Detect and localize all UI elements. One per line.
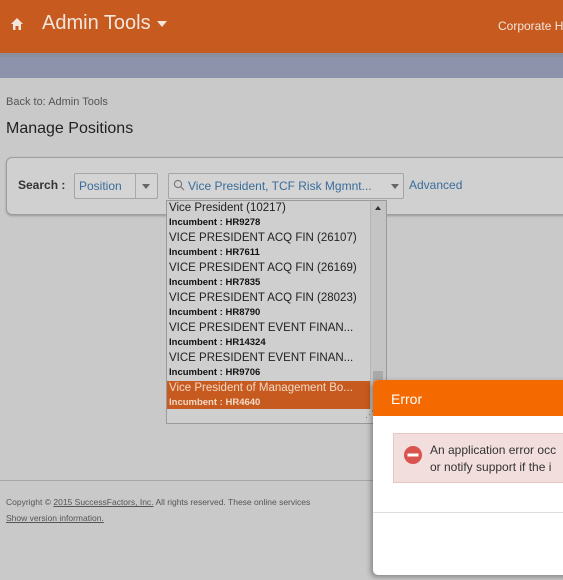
error-message-line-1: An application error occ (430, 443, 557, 457)
show-version-link[interactable]: Show version information. (6, 513, 104, 523)
chevron-down-icon (391, 184, 399, 189)
suggestion-title: VICE PRESIDENT ACQ FIN (28023) (169, 292, 357, 304)
search-label: Search : (18, 178, 66, 192)
chevron-down-icon (142, 184, 150, 189)
suggestion-incumbent: Incumbent : HR7835 (169, 277, 261, 288)
suggestion-item[interactable]: Vice President (10217) Incumbent : HR927… (167, 201, 370, 231)
company-name[interactable]: Corporate H (498, 19, 563, 33)
advanced-search-link[interactable]: Advanced (409, 178, 462, 192)
scroll-up-arrow-icon[interactable] (375, 206, 381, 210)
suggestion-scrollbar[interactable] (370, 201, 386, 409)
copyright-text: Copyright © 2015 SuccessFactors, Inc. Al… (6, 497, 372, 507)
suggestion-item[interactable]: VICE PRESIDENT EVENT FINAN... Incumbent … (167, 351, 370, 381)
position-search-input[interactable]: Vice President, TCF Risk Mgmnt... (168, 173, 404, 199)
suggestion-item[interactable]: VICE PRESIDENT EVENT FINAN... Incumbent … (167, 321, 370, 351)
suggestion-incumbent: Incumbent : HR4640 (169, 397, 261, 408)
suggestion-incumbent: Incumbent : HR9706 (169, 367, 261, 378)
suggestion-title: VICE PRESIDENT EVENT FINAN... (169, 322, 354, 334)
position-search-value: Vice President, TCF Risk Mgmnt... (188, 179, 372, 193)
suggestion-item[interactable]: VICE PRESIDENT ACQ FIN (26107) Incumbent… (167, 231, 370, 261)
successfactors-link[interactable]: 2015 SuccessFactors, Inc. (53, 497, 153, 507)
suggestion-title: Vice President (10217) (169, 202, 286, 214)
suggestion-item[interactable]: VICE PRESIDENT ACQ FIN (26169) Incumbent… (167, 261, 370, 291)
error-alert: An application error occ or notify suppo… (393, 433, 563, 483)
suggestion-incumbent: Incumbent : HR8790 (169, 307, 261, 318)
page-title: Manage Positions (6, 120, 134, 137)
top-navigation-bar: Admin Tools Corporate H (0, 0, 563, 53)
search-type-value: Position (79, 179, 122, 193)
admin-tools-menu[interactable]: Admin Tools (42, 12, 167, 35)
suggestion-title: VICE PRESIDENT ACQ FIN (26169) (169, 262, 357, 274)
position-dropdown-button[interactable] (385, 174, 403, 198)
error-message: An application error occ or notify suppo… (430, 442, 556, 476)
suggestion-item[interactable]: VICE PRESIDENT ACQ FIN (28023) Incumbent… (167, 291, 370, 321)
secondary-bar (0, 57, 563, 78)
app-title-label: Admin Tools (42, 12, 151, 34)
copyright-suffix: All rights reserved. These online servic… (153, 497, 311, 507)
error-dialog-title: Error (391, 391, 423, 407)
error-dialog-header: Error (373, 380, 563, 416)
home-icon[interactable] (9, 16, 25, 32)
copyright-prefix: Copyright © (6, 497, 54, 507)
error-message-line-2: or notify support if the i (430, 460, 552, 474)
position-suggestion-list: Vice President (10217) Incumbent : HR927… (166, 200, 387, 424)
back-to-admin-tools-link[interactable]: Back to: Admin Tools (6, 96, 108, 108)
error-dialog: Error An application error occ or notify… (373, 380, 563, 575)
search-type-dropdown-button[interactable] (135, 174, 157, 198)
suggestion-incumbent: Incumbent : HR14324 (169, 337, 266, 348)
suggestion-item[interactable]: Vice President of Management Bo... Incum… (167, 381, 370, 409)
suggestion-incumbent: Incumbent : HR7611 (169, 247, 260, 258)
dialog-footer-divider (373, 512, 563, 513)
search-icon (173, 179, 185, 191)
suggestion-items: Vice President (10217) Incumbent : HR927… (167, 201, 370, 409)
caret-down-icon (156, 20, 167, 27)
suggestion-title: VICE PRESIDENT ACQ FIN (26107) (169, 232, 357, 244)
suggestion-incumbent: Incumbent : HR9278 (169, 217, 261, 228)
no-entry-icon (404, 446, 422, 464)
suggestion-title: Vice President of Management Bo... (169, 382, 353, 394)
suggestion-title: VICE PRESIDENT EVENT FINAN... (169, 352, 354, 364)
search-type-select[interactable]: Position (74, 173, 158, 199)
